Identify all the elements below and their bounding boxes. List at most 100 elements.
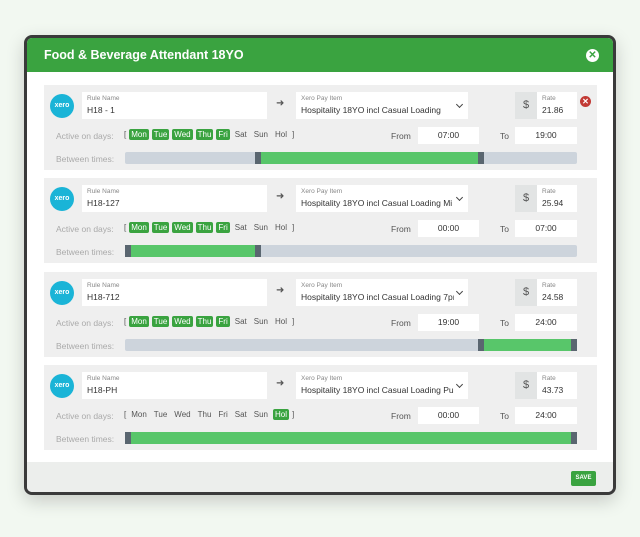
days-bracket-open: [ (124, 223, 127, 232)
days-bracket-close: ] (292, 130, 295, 139)
modal-footer: SAVE (27, 462, 613, 492)
range-start-handle[interactable] (255, 152, 261, 164)
between-times-label: Between times: (56, 247, 115, 257)
days-bracket-open: [ (124, 410, 127, 419)
to-label: To (500, 411, 509, 421)
day-toggle-wed[interactable]: Wed (172, 316, 193, 327)
day-toggle-fri[interactable]: Fri (216, 222, 230, 233)
rate-field[interactable]: Rate 24.58 (537, 279, 577, 306)
day-toggle-sat[interactable]: Sat (233, 409, 249, 420)
rate-label: Rate (542, 95, 556, 102)
rule-name-label: Rule Name (87, 188, 120, 195)
days-bracket-close: ] (292, 223, 295, 232)
day-toggle-wed[interactable]: Wed (172, 409, 192, 420)
day-toggle-sun[interactable]: Sun (252, 222, 270, 233)
range-start-handle[interactable] (125, 245, 131, 257)
to-time-input[interactable]: 24:00 (515, 407, 577, 424)
pay-item-select[interactable]: Xero Pay Item Hospitality 18YO incl Casu… (296, 279, 468, 306)
time-range-fill (125, 245, 261, 257)
day-toggle-sun[interactable]: Sun (252, 409, 270, 420)
day-toggle-thu[interactable]: Thu (195, 129, 214, 140)
rule-name-field[interactable]: Rule Name H18-712 (82, 279, 267, 306)
rate-value: 25.94 (542, 198, 564, 208)
from-time-input[interactable]: 00:00 (418, 220, 479, 237)
time-range-slider[interactable] (125, 245, 577, 257)
day-toggle-hol[interactable]: Hol (273, 129, 289, 140)
rule-name-value: H18-712 (87, 292, 120, 302)
dollar-icon: $ (515, 185, 537, 212)
rate-field[interactable]: Rate 21.86 (537, 92, 577, 119)
to-time-input[interactable]: 19:00 (515, 127, 577, 144)
rule-name-value: H18-PH (87, 385, 118, 395)
dollar-icon: $ (515, 92, 537, 119)
to-time-input[interactable]: 24:00 (515, 314, 577, 331)
day-toggle-thu[interactable]: Thu (196, 409, 214, 420)
day-toggle-fri[interactable]: Fri (216, 409, 229, 420)
save-button[interactable]: SAVE (571, 471, 596, 486)
from-time-input[interactable]: 07:00 (418, 127, 479, 144)
pay-item-select[interactable]: Xero Pay Item Hospitality 18YO incl Casu… (296, 185, 468, 212)
rule-editor-modal: Food & Beverage Attendant 18YO ✕ xero Ru… (24, 35, 616, 495)
day-toggle-fri[interactable]: Fri (216, 129, 230, 140)
day-toggle-sat[interactable]: Sat (233, 129, 249, 140)
rule-name-field[interactable]: Rule Name H18-PH (82, 372, 267, 399)
time-range-slider[interactable] (125, 432, 577, 444)
day-toggle-mon[interactable]: Mon (129, 409, 149, 420)
day-toggle-sun[interactable]: Sun (252, 316, 270, 327)
day-toggle-sat[interactable]: Sat (233, 222, 249, 233)
pay-rule-card: xero Rule Name H18-127 ➜ Xero Pay Item H… (44, 178, 597, 263)
from-label: From (391, 318, 411, 328)
day-toggle-hol[interactable]: Hol (272, 409, 289, 420)
to-time-input[interactable]: 07:00 (515, 220, 577, 237)
day-toggle-tue[interactable]: Tue (151, 222, 170, 233)
pay-item-label: Xero Pay Item (301, 188, 343, 195)
day-toggle-tue[interactable]: Tue (152, 409, 170, 420)
day-toggle-tue[interactable]: Tue (151, 316, 170, 327)
pay-item-value: Hospitality 18YO incl Casual Loading (301, 105, 441, 115)
pay-rule-card: xero Rule Name H18-712 ➜ Xero Pay Item H… (44, 272, 597, 357)
day-toggle-wed[interactable]: Wed (172, 222, 193, 233)
day-toggle-tue[interactable]: Tue (151, 129, 170, 140)
time-range-slider[interactable] (125, 339, 577, 351)
day-toggle-sat[interactable]: Sat (233, 316, 249, 327)
rule-name-label: Rule Name (87, 95, 120, 102)
to-label: To (500, 318, 509, 328)
from-time-input[interactable]: 19:00 (418, 314, 479, 331)
active-days-label: Active on days: (56, 318, 114, 328)
day-toggle-mon[interactable]: Mon (129, 129, 149, 140)
range-end-handle[interactable] (478, 152, 484, 164)
from-label: From (391, 411, 411, 421)
day-toggle-wed[interactable]: Wed (172, 129, 193, 140)
day-toggle-sun[interactable]: Sun (252, 129, 270, 140)
rate-field[interactable]: Rate 25.94 (537, 185, 577, 212)
rate-field[interactable]: Rate 43.73 (537, 372, 577, 399)
day-toggle-mon[interactable]: Mon (129, 222, 149, 233)
day-toggle-hol[interactable]: Hol (273, 316, 289, 327)
day-toggle-thu[interactable]: Thu (195, 316, 214, 327)
close-icon[interactable]: ✕ (586, 48, 599, 62)
arrow-right-icon: ➜ (276, 191, 285, 202)
pay-item-select[interactable]: Xero Pay Item Hospitality 18YO incl Casu… (296, 92, 468, 119)
day-toggle-mon[interactable]: Mon (129, 316, 149, 327)
remove-rule-icon[interactable]: ✕ (580, 96, 591, 107)
time-range-fill (478, 339, 577, 351)
range-end-handle[interactable] (571, 432, 577, 444)
pay-item-select[interactable]: Xero Pay Item Hospitality 18YO incl Casu… (296, 372, 468, 399)
day-toggle-thu[interactable]: Thu (195, 222, 214, 233)
range-start-handle[interactable] (125, 432, 131, 444)
days-bracket-close: ] (292, 317, 295, 326)
range-end-handle[interactable] (571, 339, 577, 351)
day-toggle-hol[interactable]: Hol (273, 222, 289, 233)
time-range-slider[interactable] (125, 152, 577, 164)
between-times-label: Between times: (56, 341, 115, 351)
day-selector: [Mon Tue Wed Thu Fri Sat Sun Hol] (124, 129, 294, 140)
rule-name-field[interactable]: Rule Name H18-127 (82, 185, 267, 212)
range-start-handle[interactable] (478, 339, 484, 351)
range-end-handle[interactable] (255, 245, 261, 257)
from-time-input[interactable]: 00:00 (418, 407, 479, 424)
xero-logo-icon: xero (50, 281, 74, 305)
day-toggle-fri[interactable]: Fri (216, 316, 230, 327)
xero-logo-icon: xero (50, 187, 74, 211)
rule-name-field[interactable]: Rule Name H18 - 1 (82, 92, 267, 119)
day-selector: [Mon Tue Wed Thu Fri Sat Sun Hol] (124, 222, 294, 233)
